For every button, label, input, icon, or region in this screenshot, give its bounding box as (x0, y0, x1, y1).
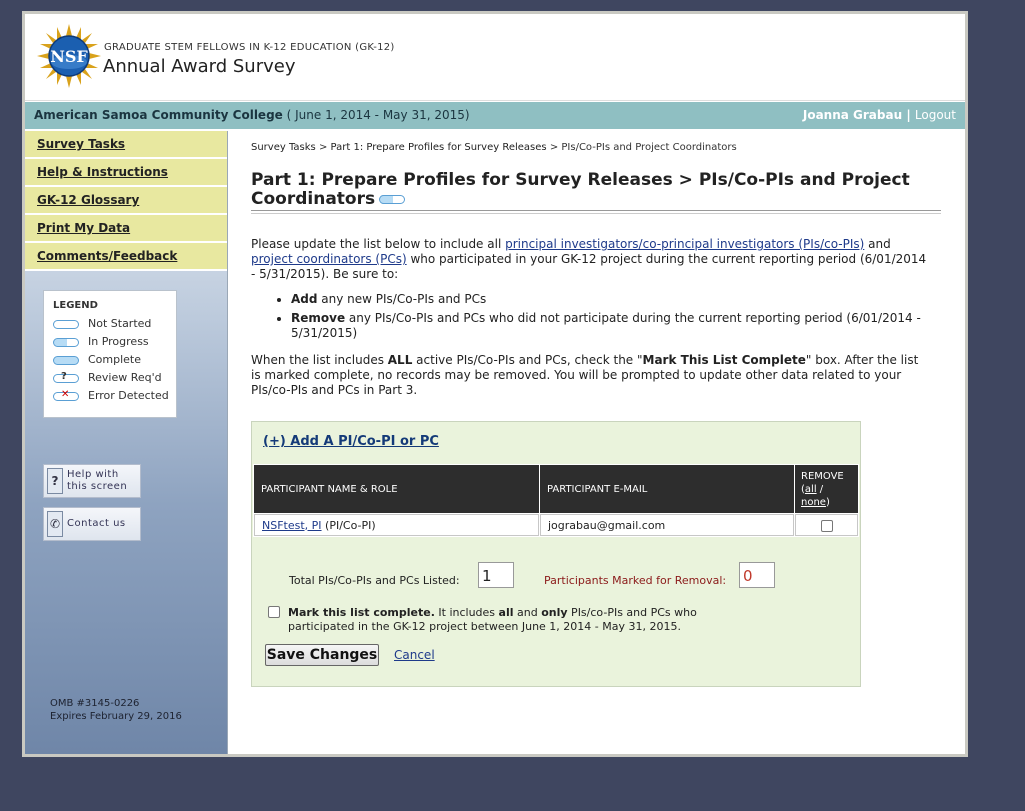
pi-definition-link[interactable]: principal investigators/co-principal inv… (505, 237, 864, 251)
add-participant-link[interactable]: (+) Add A PI/Co-PI or PC (263, 434, 439, 449)
svg-text:NSF: NSF (50, 47, 88, 66)
title-divider (251, 210, 941, 214)
participants-table: PARTICIPANT NAME & ROLE PARTICIPANT E-MA… (253, 464, 859, 537)
mark-complete-checkbox[interactable] (268, 606, 280, 618)
list-item: Remove any PIs/Co-PIs and PCs who did no… (291, 311, 931, 341)
participant-name-cell: NSFtest, PI (PI/Co-PI) (254, 514, 539, 536)
save-changes-button[interactable]: Save Changes (265, 644, 379, 666)
col-remove: REMOVE (all / none) (795, 465, 858, 513)
reporting-period: ( June 1, 2014 - May 31, 2015) (286, 108, 470, 122)
omb-notice: OMB #3145-0226 Expires February 29, 2016 (50, 698, 182, 722)
help-icon: ? (47, 468, 63, 494)
intro-text: Please update the list below to include … (251, 237, 927, 281)
user-separator: | (906, 108, 911, 122)
page-title: Part 1: Prepare Profiles for Survey Rele… (251, 170, 910, 209)
participant-email: jograbau@gmail.com (540, 514, 794, 536)
remove-cell (795, 514, 858, 536)
participant-name-link[interactable]: NSFtest, PI (262, 519, 322, 532)
pc-definition-link[interactable]: project coordinators (PCs) (251, 252, 407, 266)
contact-us-button[interactable]: ✆ Contact us (43, 507, 141, 541)
context-bar: American Samoa Community College ( June … (25, 102, 965, 129)
in-progress-icon (53, 338, 79, 347)
remove-all-link[interactable]: all (805, 484, 817, 495)
total-listed-label: Total PIs/Co-PIs and PCs Listed: (289, 574, 460, 587)
table-header-row: PARTICIPANT NAME & ROLE PARTICIPANT E-MA… (254, 465, 858, 513)
logout-link[interactable]: Logout (915, 108, 956, 122)
table-row: NSFtest, PI (PI/Co-PI) jograbau@gmail.co… (254, 514, 858, 536)
user-name: Joanna Grabau (802, 108, 903, 122)
breadcrumb-current: PIs/Co-PIs and Project Coordinators (561, 142, 737, 153)
col-email: PARTICIPANT E-MAIL (540, 465, 794, 513)
marked-removal-field: 0 (739, 562, 775, 588)
breadcrumb: Survey Tasks > Part 1: Prepare Profiles … (251, 142, 737, 153)
app-title: Annual Award Survey (103, 56, 296, 77)
nav-print-my-data[interactable]: Print My Data (25, 215, 227, 243)
nav-comments-feedback[interactable]: Comments/Feedback (25, 243, 227, 271)
col-name-role: PARTICIPANT NAME & ROLE (254, 465, 539, 513)
completion-note: When the list includes ALL active PIs/Co… (251, 353, 919, 397)
page: NSF GRADUATE STEM FELLOWS IN K-12 EDUCAT… (25, 14, 965, 754)
total-listed-field: 1 (478, 562, 514, 588)
complete-icon (53, 356, 79, 365)
sidebar: Survey Tasks Help & Instructions GK-12 G… (25, 131, 228, 754)
remove-none-link[interactable]: none (801, 497, 826, 508)
user-area: Joanna Grabau | Logout (803, 108, 956, 122)
legend-title: LEGEND (53, 300, 98, 311)
status-legend: LEGEND Not Started In Progress Complete … (43, 290, 177, 418)
in-progress-status-icon (379, 194, 406, 204)
remove-checkbox[interactable] (820, 519, 833, 532)
error-icon: ✕ (53, 389, 79, 401)
page-frame: NSF GRADUATE STEM FELLOWS IN K-12 EDUCAT… (22, 11, 968, 757)
review-required-icon: ? (53, 371, 79, 383)
nav-gk12-glossary[interactable]: GK-12 Glossary (25, 187, 227, 215)
not-started-icon (53, 320, 79, 329)
breadcrumb-survey-tasks[interactable]: Survey Tasks (251, 142, 316, 153)
nav-help-instructions[interactable]: Help & Instructions (25, 159, 227, 187)
header: NSF GRADUATE STEM FELLOWS IN K-12 EDUCAT… (25, 14, 965, 101)
cancel-link[interactable]: Cancel (394, 648, 435, 662)
mark-complete-label: Mark this list complete. It includes all… (288, 606, 697, 633)
participants-panel: (+) Add A PI/Co-PI or PC PARTICIPANT NAM… (251, 421, 861, 687)
phone-icon: ✆ (47, 511, 63, 537)
list-item: Add any new PIs/Co-PIs and PCs (291, 292, 931, 307)
marked-removal-label: Participants Marked for Removal: (544, 574, 727, 587)
nsf-logo: NSF (37, 24, 101, 88)
breadcrumb-part1[interactable]: Part 1: Prepare Profiles for Survey Rele… (331, 142, 547, 153)
institution-period: American Samoa Community College ( June … (34, 108, 470, 122)
site-subtitle: GRADUATE STEM FELLOWS IN K-12 EDUCATION … (104, 42, 395, 53)
help-screen-button[interactable]: ? Help with this screen (43, 464, 141, 498)
instruction-list: Add any new PIs/Co-PIs and PCs Remove an… (251, 292, 931, 345)
institution-name: American Samoa Community College (34, 108, 283, 122)
nav-survey-tasks[interactable]: Survey Tasks (25, 131, 227, 159)
